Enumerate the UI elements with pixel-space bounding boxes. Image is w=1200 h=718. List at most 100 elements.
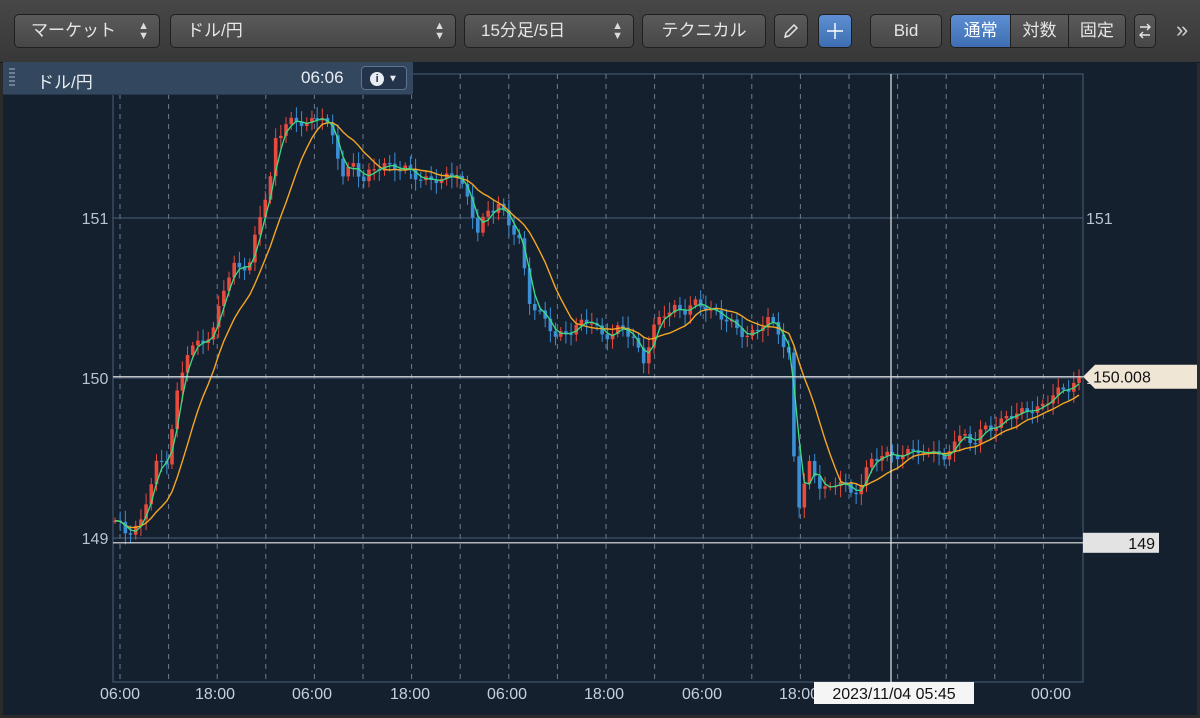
chevrons-right-icon[interactable]: » bbox=[1176, 14, 1196, 48]
x-tick-label: 06:00 bbox=[100, 686, 140, 703]
candle-body bbox=[553, 331, 558, 337]
crosshair-price-label: 149 bbox=[1128, 536, 1155, 553]
candle-body bbox=[237, 262, 242, 268]
candle-body bbox=[647, 347, 651, 364]
candle-body bbox=[802, 483, 807, 508]
select-arrows-icon: ▲ ▼ bbox=[612, 20, 623, 42]
candle-body bbox=[496, 203, 501, 213]
candle-body bbox=[911, 449, 915, 451]
crosshair-icon bbox=[827, 23, 843, 39]
info-menu-button[interactable]: i ▼ bbox=[361, 66, 407, 90]
candle-body bbox=[289, 117, 294, 125]
x-tick-label: 18:00 bbox=[390, 686, 430, 703]
select-arrows-icon: ▲ ▼ bbox=[434, 20, 445, 42]
bid-button[interactable]: Bid bbox=[870, 14, 942, 48]
candle-body bbox=[372, 169, 376, 171]
y-tick-label: 150 bbox=[82, 371, 109, 388]
symbol-select[interactable]: ドル/円 ▲ ▼ bbox=[170, 14, 456, 48]
scale-log-button[interactable]: 対数 bbox=[1011, 15, 1069, 47]
candle-body bbox=[823, 486, 827, 489]
candle-body bbox=[533, 303, 537, 311]
current-price-tag: 150.008 bbox=[1083, 364, 1197, 389]
swap-icon bbox=[1139, 23, 1151, 39]
candle-body bbox=[662, 316, 667, 318]
toolbar: マーケット ▲ ▼ ドル/円 ▲ ▼ 15分足/5日 ▲ ▼ テクニカル Bid 通常… bbox=[0, 0, 1200, 63]
candle-body bbox=[279, 135, 283, 139]
info-symbol: ドル/円 bbox=[37, 73, 93, 92]
y-tick-label: 149 bbox=[82, 531, 109, 548]
chevron-down-icon: ▼ bbox=[387, 73, 398, 85]
timeframe-select[interactable]: 15分足/5日 ▲ ▼ bbox=[464, 14, 634, 48]
technical-button[interactable]: テクニカル bbox=[642, 14, 766, 48]
candle-body bbox=[657, 317, 661, 325]
pencil-button[interactable] bbox=[774, 14, 808, 48]
candle-body bbox=[341, 158, 345, 177]
scale-normal-button[interactable]: 通常 bbox=[951, 15, 1012, 47]
select-arrows-icon: ▲ ▼ bbox=[138, 20, 149, 42]
x-tick-label: 18:00 bbox=[195, 686, 235, 703]
y-tick-label: 151 bbox=[1086, 211, 1113, 228]
candle-body bbox=[159, 460, 164, 463]
candle-body bbox=[724, 319, 729, 322]
crosshair-button[interactable] bbox=[818, 14, 852, 48]
candle-body bbox=[418, 179, 423, 181]
candle-body bbox=[590, 323, 594, 325]
candle-body bbox=[128, 533, 133, 535]
market-select-label: マーケット bbox=[31, 21, 116, 40]
candle-body bbox=[869, 458, 874, 468]
candle-body bbox=[361, 176, 366, 182]
candle-body bbox=[196, 340, 200, 346]
candle-body bbox=[631, 336, 636, 338]
candle-body bbox=[771, 317, 776, 322]
timeframe-select-label: 15分足/5日 bbox=[481, 21, 566, 40]
candle-body bbox=[481, 216, 485, 233]
symbol-info-bar[interactable]: ドル/円 06:06 i ▼ bbox=[3, 62, 413, 95]
current-price-label: 150.008 bbox=[1093, 370, 1151, 387]
candle-body bbox=[1040, 403, 1045, 407]
scale-fixed-button[interactable]: 固定 bbox=[1068, 15, 1125, 47]
y-axis-left: 151 150 149 bbox=[82, 211, 109, 548]
x-tick-label: 06:00 bbox=[487, 686, 527, 703]
scale-mode-group: 通常 対数 固定 bbox=[950, 14, 1126, 48]
y-tick-label: 151 bbox=[82, 211, 109, 228]
candle-body bbox=[180, 372, 185, 391]
candle-body bbox=[1061, 387, 1066, 390]
candle-body bbox=[1077, 376, 1081, 383]
candle-body bbox=[875, 458, 879, 461]
candle-body bbox=[797, 456, 801, 508]
x-tick-label: 06:00 bbox=[682, 686, 722, 703]
info-icon: i bbox=[370, 72, 385, 87]
info-time: 06:06 bbox=[301, 68, 344, 87]
candle-body bbox=[1030, 412, 1035, 414]
crosshair-time-label: 2023/11/04 05:45 bbox=[832, 686, 955, 703]
candle-body bbox=[745, 335, 750, 338]
y-axis-right: 151150 bbox=[1086, 211, 1113, 388]
x-tick-label: 06:00 bbox=[292, 686, 332, 703]
candle-body bbox=[1004, 415, 1009, 419]
candle-body bbox=[750, 329, 755, 336]
swap-button[interactable] bbox=[1134, 14, 1156, 48]
candle-body bbox=[605, 334, 610, 340]
candle-body bbox=[683, 310, 687, 315]
candle-body bbox=[351, 163, 356, 167]
candle-body bbox=[983, 425, 988, 430]
candle-body bbox=[963, 434, 967, 436]
x-tick-label: 00:00 bbox=[1031, 686, 1071, 703]
drag-handle-icon[interactable] bbox=[9, 68, 15, 88]
crosshair-time-tag: 2023/11/04 05:45 bbox=[814, 682, 974, 704]
market-select[interactable]: マーケット ▲ ▼ bbox=[14, 14, 160, 48]
candle-body bbox=[486, 210, 490, 217]
candle-body bbox=[475, 217, 480, 233]
candle-body bbox=[698, 299, 703, 307]
x-tick-label: 18:00 bbox=[779, 686, 819, 703]
price-chart[interactable]: 151150149 151150 06:0018:0006:0018:0006:… bbox=[3, 62, 1197, 715]
pencil-icon bbox=[783, 23, 799, 39]
crosshair-price-tag: 149 bbox=[1083, 532, 1159, 553]
candle-body bbox=[693, 299, 698, 306]
candle-body bbox=[973, 443, 978, 445]
candle-body bbox=[538, 310, 542, 312]
symbol-select-label: ドル/円 bbox=[187, 21, 243, 40]
candle-body bbox=[387, 163, 392, 165]
candle-body bbox=[854, 492, 858, 495]
chart-panel[interactable]: 151150149 151150 06:0018:0006:0018:0006:… bbox=[3, 62, 1197, 715]
